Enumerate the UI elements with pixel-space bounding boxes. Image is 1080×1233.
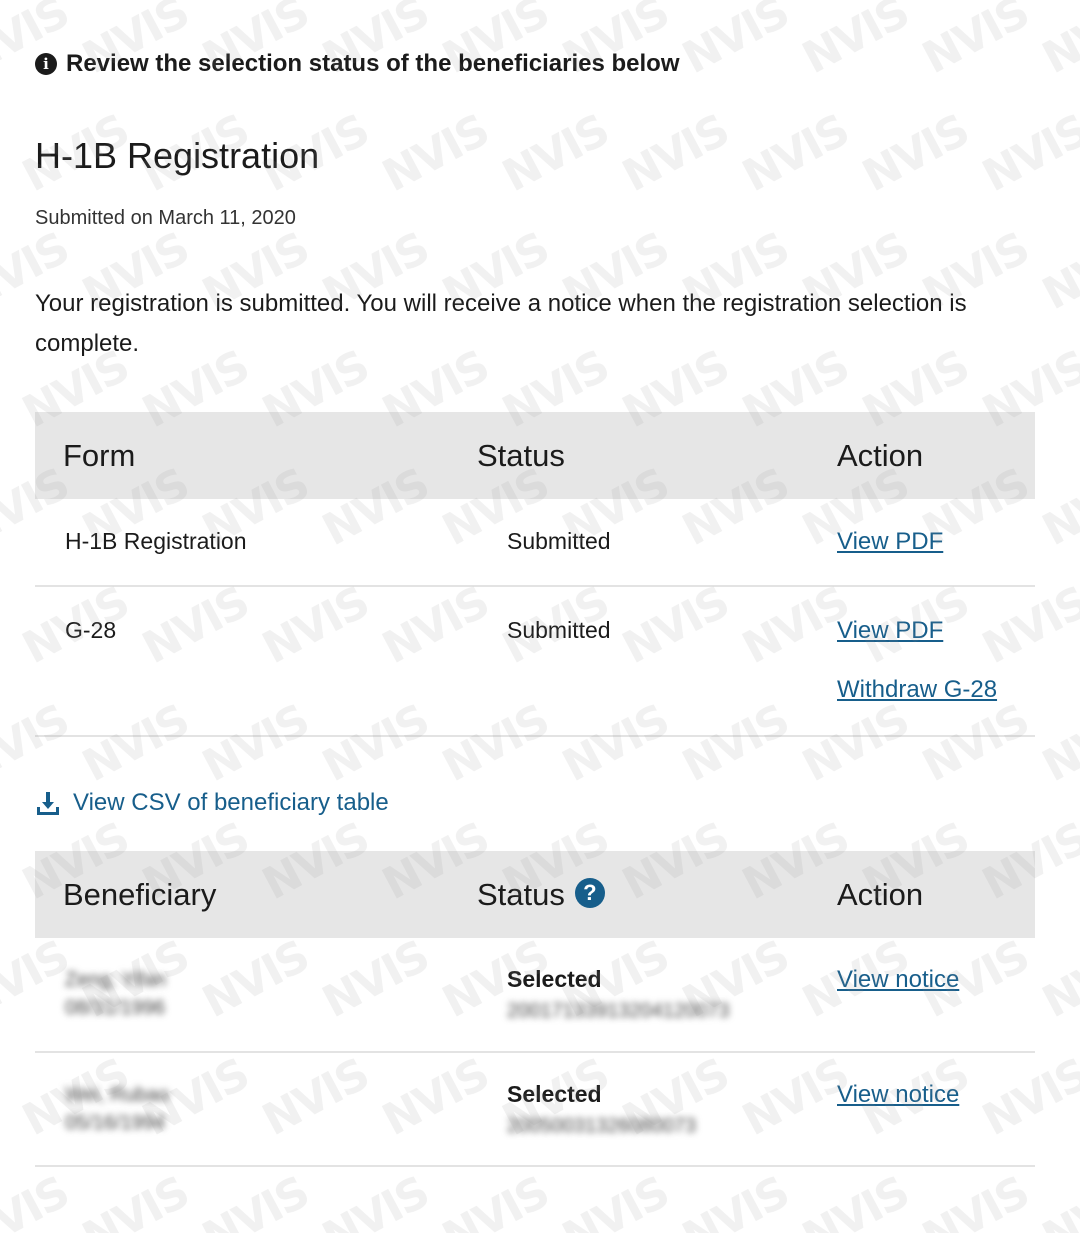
watermark-logo: NVIS — [794, 0, 917, 85]
form-status: Submitted — [477, 586, 837, 737]
registration-description: Your registration is submitted. You will… — [35, 290, 967, 357]
selection-status-cell: Selected 20017133913204120073 — [477, 938, 837, 1053]
submitted-date: Submitted on March 11, 2020 — [35, 207, 296, 229]
beneficiary-cell: Wei, Rubao 05/16/1994 — [35, 1052, 477, 1167]
watermark-logo: NVIS — [1034, 1166, 1080, 1233]
table-row: Zeng, Yifan 08/31/1996 Selected 20017133… — [35, 938, 1035, 1053]
form-actions: View PDF Withdraw G-28 — [837, 586, 1035, 737]
column-header-beneficiary: Beneficiary — [35, 851, 477, 938]
confirmation-number: 20017133913204120073 — [507, 1000, 730, 1022]
watermark-logo: NVIS — [674, 1166, 797, 1233]
watermark-logo: NVIS — [674, 0, 797, 85]
watermark-logo: NVIS — [734, 104, 857, 203]
form-status: Submitted — [477, 499, 837, 587]
column-header-status: Status? — [477, 851, 837, 938]
column-header-action: Action — [837, 851, 1035, 938]
column-header-form: Form — [35, 412, 477, 499]
confirmation-number: 20050031326080073 — [507, 1115, 697, 1137]
table-row: Wei, Rubao 05/16/1994 Selected 200500313… — [35, 1052, 1035, 1167]
watermark-logo: NVIS — [0, 1166, 77, 1233]
view-csv-link[interactable]: View CSV of beneficiary table — [73, 789, 389, 817]
watermark-logo: NVIS — [1034, 930, 1080, 1029]
view-notice-link[interactable]: View notice — [837, 1081, 959, 1108]
beneficiary-cell: Zeng, Yifan 08/31/1996 — [35, 938, 477, 1053]
watermark-logo: NVIS — [1034, 458, 1080, 557]
watermark-logo: NVIS — [854, 104, 977, 203]
column-header-action: Action — [837, 412, 1035, 499]
watermark-logo: NVIS — [494, 104, 617, 203]
watermark-logo: NVIS — [1034, 222, 1080, 321]
watermark-logo: NVIS — [314, 1166, 437, 1233]
view-pdf-link[interactable]: View PDF — [837, 617, 1035, 645]
watermark-logo: NVIS — [194, 1166, 317, 1233]
info-circle-icon: i — [35, 53, 57, 75]
alert-text: Review the selection status of the benef… — [66, 50, 680, 77]
status-header-label: Status — [477, 876, 565, 912]
form-name: H-1B Registration — [35, 499, 477, 587]
beneficiary-name: Wei, Rubao — [65, 1084, 170, 1106]
watermark-logo: NVIS — [914, 1166, 1037, 1233]
watermark-logo: NVIS — [914, 0, 1037, 85]
watermark-logo: NVIS — [554, 1166, 677, 1233]
beneficiary-dob: 08/31/1996 — [65, 997, 166, 1019]
forms-table: Form Status Action H-1B Registration Sub… — [35, 412, 1035, 737]
action-cell: View notice — [837, 1052, 1035, 1167]
watermark-logo: NVIS — [374, 104, 497, 203]
watermark-logo: NVIS — [974, 104, 1080, 203]
watermark-logo: NVIS — [1034, 0, 1080, 85]
status-selected: Selected — [507, 966, 602, 992]
watermark-logo: NVIS — [614, 104, 737, 203]
table-row: G-28 Submitted View PDF Withdraw G-28 — [35, 586, 1035, 737]
download-icon — [37, 792, 59, 815]
watermark-logo: NVIS — [434, 1166, 557, 1233]
beneficiary-table: Beneficiary Status? Action Zeng, Yifan 0… — [35, 851, 1035, 1167]
action-cell: View notice — [837, 938, 1035, 1053]
view-pdf-link[interactable]: View PDF — [837, 528, 943, 555]
view-notice-link[interactable]: View notice — [837, 966, 959, 993]
beneficiary-dob: 05/16/1994 — [65, 1112, 166, 1134]
beneficiary-name: Zeng, Yifan — [65, 969, 167, 991]
withdraw-g28-link[interactable]: Withdraw G-28 — [837, 676, 1035, 704]
table-row: H-1B Registration Submitted View PDF — [35, 499, 1035, 587]
question-circle-icon[interactable]: ? — [574, 878, 605, 909]
selection-status-alert: i Review the selection status of the ben… — [35, 50, 680, 78]
watermark-logo: NVIS — [1034, 694, 1080, 793]
selection-status-cell: Selected 20050031326080073 — [477, 1052, 837, 1167]
watermark-logo: NVIS — [74, 1166, 197, 1233]
page-title: H-1B Registration — [35, 135, 320, 176]
column-header-status: Status — [477, 412, 837, 499]
csv-download[interactable]: View CSV of beneficiary table — [35, 789, 389, 817]
watermark-logo: NVIS — [794, 1166, 917, 1233]
form-actions: View PDF — [837, 499, 1035, 587]
status-selected: Selected — [507, 1081, 602, 1107]
form-name: G-28 — [35, 586, 477, 737]
